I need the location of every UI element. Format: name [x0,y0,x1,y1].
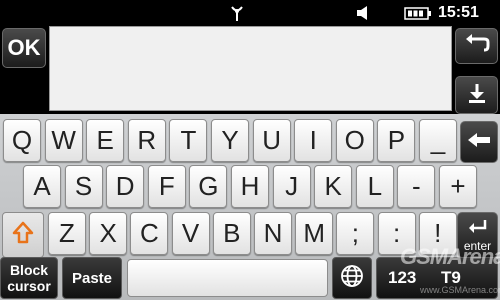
key-n[interactable]: N [254,212,292,255]
key-symbol-7[interactable]: ; [336,212,375,255]
key-w[interactable]: W [44,119,83,162]
globe-icon [340,264,364,293]
shift-key[interactable] [2,212,44,258]
space-key[interactable] [127,259,328,297]
download-arrow-icon [466,82,488,109]
ok-button[interactable]: OK [2,28,46,68]
status-bar: 15:51 [0,0,500,26]
key-symbol-10[interactable]: + [439,165,477,208]
key-t[interactable]: T [169,119,208,162]
hide-keyboard-button[interactable] [455,76,498,114]
enter-arrow-icon [467,218,489,241]
backspace-button[interactable] [460,121,498,163]
key-l[interactable]: L [355,165,394,208]
paste-button[interactable]: Paste [62,257,122,299]
key-p[interactable]: P [377,119,416,162]
key-x[interactable]: X [89,212,128,255]
key-m[interactable]: M [295,212,334,255]
key-r[interactable]: R [127,119,166,162]
key-q[interactable]: Q [3,119,41,162]
block-cursor-label-line2: cursor [7,278,51,294]
key-k[interactable]: K [314,165,353,208]
key-b[interactable]: B [212,212,251,255]
backspace-arrow-icon [467,132,491,153]
back-arrow-icon [464,33,490,59]
speaker-icon [356,5,370,26]
key-d[interactable]: D [106,165,145,208]
key-u[interactable]: U [252,119,291,162]
key-o[interactable]: O [335,119,374,162]
watermark-brand: GSMArena [400,244,500,269]
status-time: 15:51 [438,4,479,21]
key-j[interactable]: J [272,165,311,208]
key-c[interactable]: C [130,212,169,255]
key-symbol-9[interactable]: - [397,165,436,208]
text-input-area[interactable] [49,26,452,111]
key-z[interactable]: Z [48,212,86,255]
block-cursor-button[interactable]: Block cursor [0,257,58,299]
watermark-site: www.GSMArena.com [420,285,500,295]
battery-icon [404,7,432,25]
back-button[interactable] [455,28,498,64]
key-y[interactable]: Y [211,119,249,162]
key-symbol-10[interactable]: _ [419,119,457,162]
key-e[interactable]: E [86,119,125,162]
shift-arrow-icon [12,221,34,250]
block-cursor-label-line1: Block [9,262,49,278]
language-button[interactable] [332,257,372,299]
signal-icon [229,4,245,27]
key-g[interactable]: G [189,165,228,208]
mode-numeric-label: 123 [388,268,417,287]
key-a[interactable]: A [23,165,61,208]
key-v[interactable]: V [171,212,210,255]
key-s[interactable]: S [64,165,103,208]
key-h[interactable]: H [231,165,269,208]
key-f[interactable]: F [147,165,186,208]
key-i[interactable]: I [294,119,333,162]
